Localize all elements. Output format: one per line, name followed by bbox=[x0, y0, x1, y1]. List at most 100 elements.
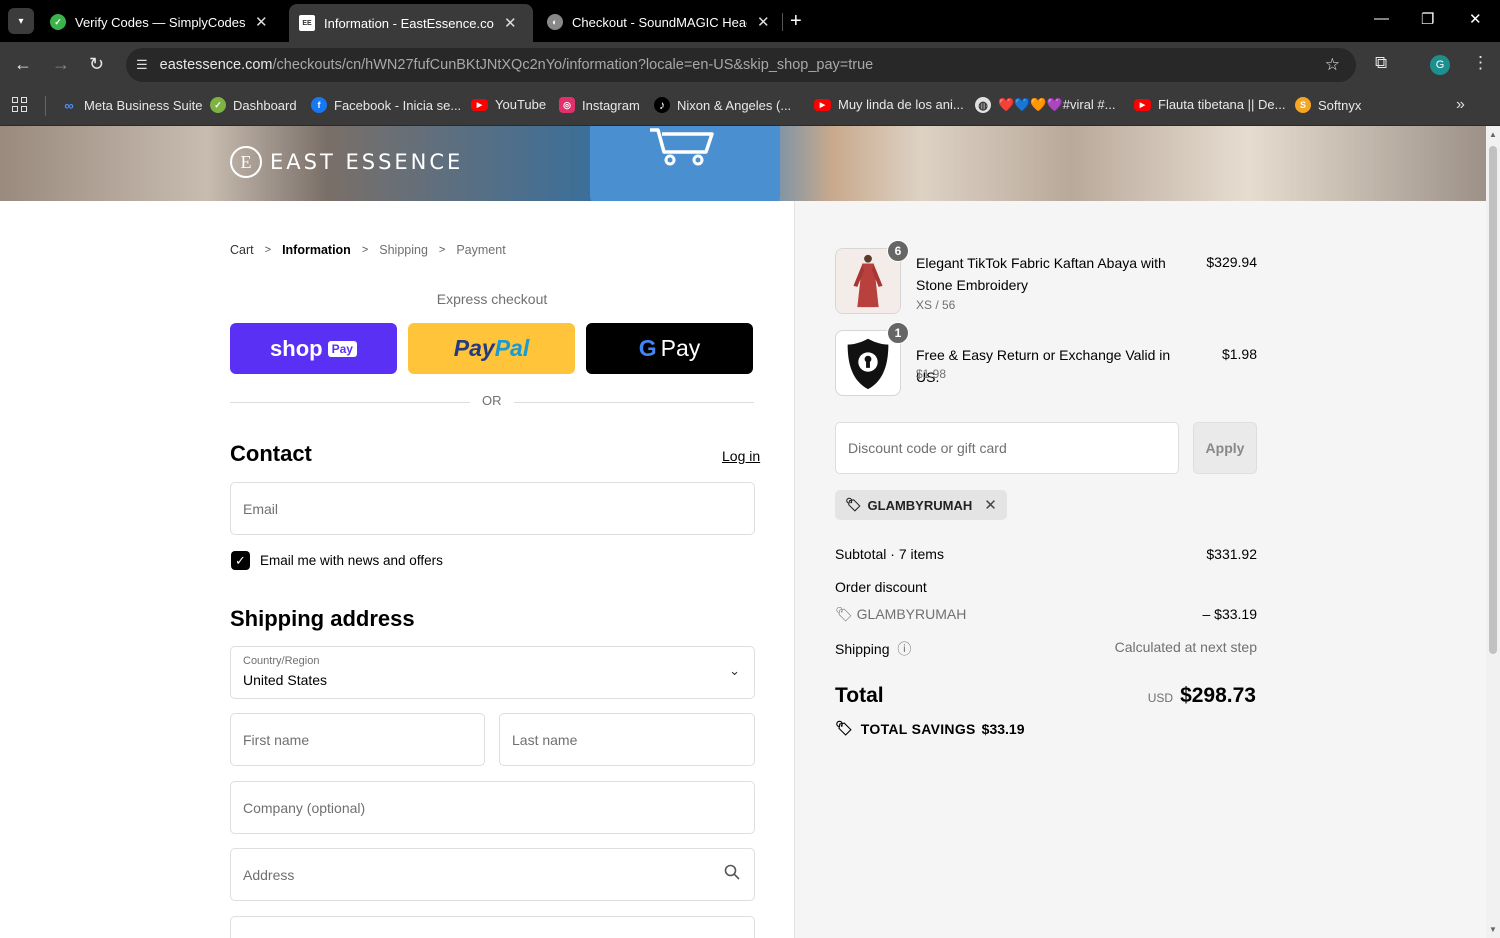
shipping-label: Shipping bbox=[835, 641, 890, 657]
last-name-input[interactable] bbox=[500, 714, 754, 765]
company-field[interactable] bbox=[230, 781, 755, 834]
bookmark-facebook[interactable]: f Facebook - Inicia se... bbox=[311, 97, 461, 113]
discount-code-field[interactable] bbox=[835, 422, 1179, 474]
breadcrumb-information: Information bbox=[282, 243, 351, 257]
bookmark-label: Flauta tibetana || De... bbox=[1158, 97, 1286, 112]
checkout-form: Cart > Information > Shipping > Payment … bbox=[0, 201, 794, 938]
youtube-icon: ▶ bbox=[814, 98, 831, 111]
bookmark-label: Muy linda de los ani... bbox=[838, 97, 964, 112]
address-bar[interactable]: ☰ eastessence.com/checkouts/cn/hWN27fufC… bbox=[126, 48, 1356, 82]
bookmark-instagram[interactable]: ◎ Instagram bbox=[559, 97, 640, 113]
page-scrollbar[interactable]: ▲ ▼ bbox=[1486, 126, 1500, 938]
country-value: United States bbox=[243, 672, 328, 688]
product-name: Free & Easy Return or Exchange Valid in … bbox=[916, 347, 1171, 385]
instagram-icon: ◎ bbox=[559, 97, 575, 113]
profile-avatar[interactable]: G bbox=[1430, 55, 1450, 75]
bookmark-viral[interactable]: ◍ ❤️💙🧡💜#viral #... bbox=[975, 97, 1116, 113]
bookmark-label: Instagram bbox=[582, 97, 640, 113]
youtube-icon: ▶ bbox=[1134, 98, 1151, 111]
paypal-button[interactable]: Pay Pal bbox=[408, 323, 575, 374]
tab-title: Information - EastEssence.com bbox=[324, 15, 494, 31]
total-savings: 🏷︎ TOTAL SAVINGS $33.19 bbox=[835, 720, 1024, 737]
bookmark-star-icon[interactable]: ☆ bbox=[1325, 55, 1340, 75]
first-name-input[interactable] bbox=[231, 714, 484, 765]
discount-code-input[interactable] bbox=[836, 423, 1178, 473]
reload-icon[interactable]: ↻ bbox=[89, 54, 104, 75]
search-icon[interactable] bbox=[724, 864, 740, 880]
express-checkout-label: Express checkout bbox=[436, 291, 548, 307]
scroll-down-icon[interactable]: ▼ bbox=[1489, 925, 1497, 934]
new-tab-icon[interactable]: + bbox=[790, 10, 802, 33]
bookmark-muy-linda[interactable]: ▶ Muy linda de los ani... bbox=[814, 97, 964, 112]
url-text: eastessence.com/checkouts/cn/hWN27fufCun… bbox=[159, 57, 874, 73]
breadcrumb: Cart > Information > Shipping > Payment bbox=[230, 243, 506, 257]
youtube-icon: ▶ bbox=[471, 98, 488, 111]
newsletter-checkbox[interactable]: ✓ bbox=[231, 551, 250, 570]
bookmark-dashboard[interactable]: ✓ Dashboard bbox=[210, 97, 297, 113]
globe-icon: ◍ bbox=[975, 97, 991, 113]
tab-verify-codes[interactable]: ✓ Verify Codes — SimplyCodes ✕ bbox=[40, 6, 278, 38]
total-savings-amount: $33.19 bbox=[981, 720, 1025, 737]
restore-icon[interactable]: ❐ bbox=[1421, 10, 1434, 28]
bookmark-meta-business-suite[interactable]: ∞ Meta Business Suite bbox=[61, 97, 203, 113]
shipping-value: Calculated at next step bbox=[1114, 639, 1257, 655]
bookmark-label: Nixon & Angeles (... bbox=[677, 97, 792, 113]
currency-code: USD bbox=[1147, 691, 1174, 705]
product-thumbnail: 1 bbox=[835, 322, 909, 396]
tab-checkout-soundmagic[interactable]: ◐ Checkout - SoundMAGIC Headp ✕ bbox=[537, 6, 780, 38]
apartment-field[interactable] bbox=[230, 916, 755, 938]
back-icon[interactable]: ← bbox=[14, 54, 32, 75]
tab-information[interactable]: EE Information - EastEssence.com ✕ bbox=[289, 4, 533, 42]
bookmark-label: ❤️💙🧡💜#viral #... bbox=[998, 97, 1116, 112]
close-icon[interactable]: ✕ bbox=[757, 13, 770, 31]
remove-discount-icon[interactable]: ✕ bbox=[984, 496, 997, 514]
bookmark-flauta-tibetana[interactable]: ▶ Flauta tibetana || De... bbox=[1134, 97, 1285, 112]
close-icon[interactable]: ✕ bbox=[255, 13, 268, 31]
country-select[interactable]: Country/Region United States ⌄ bbox=[230, 646, 755, 699]
breadcrumb-cart[interactable]: Cart bbox=[230, 243, 254, 257]
breadcrumb-shipping: Shipping bbox=[379, 243, 428, 257]
google-pay-button[interactable]: G Pay bbox=[586, 323, 753, 374]
extensions-icon[interactable]: ⧉ bbox=[1375, 53, 1387, 73]
applied-discount-code: GLAMBYRUMAH bbox=[867, 497, 973, 513]
store-logo[interactable]: E EAST ESSENCE bbox=[230, 146, 463, 178]
bookmark-label: Softnyx bbox=[1318, 97, 1362, 113]
chevron-right-icon: > bbox=[361, 244, 369, 256]
menu-icon[interactable]: ⋮ bbox=[1472, 53, 1489, 73]
minimize-icon[interactable]: — bbox=[1374, 10, 1389, 27]
more-bookmarks-icon[interactable]: » bbox=[1456, 96, 1465, 114]
bookmark-softnyx[interactable]: S Softnyx bbox=[1295, 97, 1361, 113]
shop-pay-badge: Pay bbox=[327, 340, 357, 357]
tiktok-icon: ♪ bbox=[654, 97, 670, 113]
site-settings-icon[interactable]: ☰ bbox=[136, 57, 148, 73]
forward-icon[interactable]: → bbox=[52, 54, 70, 75]
checkmark-icon: ✓ bbox=[235, 552, 246, 568]
address-input[interactable] bbox=[231, 849, 754, 900]
scrollbar-thumb[interactable] bbox=[1489, 146, 1497, 654]
first-name-field[interactable] bbox=[230, 713, 485, 766]
product-thumbnail: 6 bbox=[835, 240, 909, 314]
close-icon[interactable]: ✕ bbox=[504, 14, 517, 32]
close-window-icon[interactable]: ✕ bbox=[1469, 10, 1482, 28]
email-field[interactable] bbox=[230, 482, 755, 535]
tab-search-icon[interactable]: ▾ bbox=[8, 8, 34, 34]
login-link[interactable]: Log in bbox=[722, 448, 760, 464]
apps-grid-icon[interactable] bbox=[12, 97, 30, 115]
last-name-field[interactable] bbox=[499, 713, 755, 766]
bookmark-label: Meta Business Suite bbox=[84, 97, 203, 113]
scroll-up-icon[interactable]: ▲ bbox=[1489, 130, 1497, 139]
tab-title: Verify Codes — SimplyCodes bbox=[75, 14, 245, 30]
help-circle-icon[interactable]: ⓘ bbox=[897, 641, 911, 657]
bookmark-youtube[interactable]: ▶ YouTube bbox=[471, 97, 546, 112]
company-input[interactable] bbox=[231, 782, 754, 833]
country-label: Country/Region bbox=[243, 655, 320, 667]
breadcrumb-payment: Payment bbox=[456, 243, 506, 257]
shop-pay-button[interactable]: shop Pay bbox=[230, 323, 397, 374]
bookmark-label: Dashboard bbox=[233, 97, 297, 113]
google-pay-label: Pay bbox=[660, 335, 701, 361]
bookmark-nixon-angeles[interactable]: ♪ Nixon & Angeles (... bbox=[654, 97, 791, 113]
store-name: EAST ESSENCE bbox=[270, 150, 464, 174]
email-input[interactable] bbox=[231, 483, 754, 534]
address-field[interactable] bbox=[230, 848, 755, 901]
apply-discount-button[interactable]: Apply bbox=[1193, 422, 1257, 474]
